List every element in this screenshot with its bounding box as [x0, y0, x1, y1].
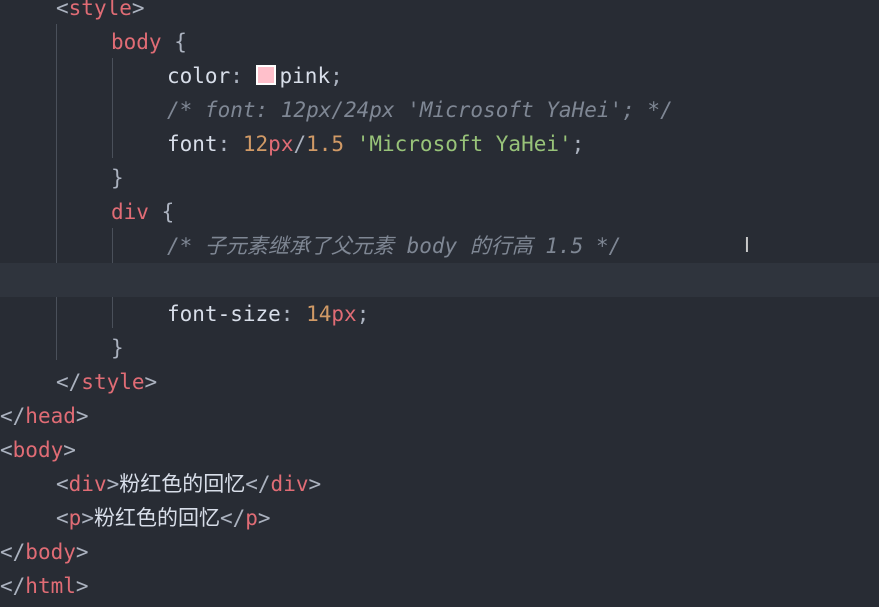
code-line: body { — [111, 25, 187, 59]
bracket: </ — [0, 574, 26, 598]
code-line: </html> — [0, 569, 89, 603]
css-property: color — [167, 64, 231, 88]
colon: : — [280, 302, 307, 326]
code-line: <style> — [56, 0, 145, 25]
css-property: font — [167, 132, 218, 156]
code-line: </style> — [56, 365, 157, 399]
bracket: < — [56, 472, 69, 496]
bracket: > — [131, 0, 145, 20]
bracket: > — [63, 438, 76, 462]
string: 'Microsoft YaHei' — [356, 132, 572, 156]
colon: : — [217, 132, 243, 156]
semicolon: ; — [571, 132, 585, 156]
css-value: pink — [279, 64, 331, 88]
tag-name: style — [68, 0, 132, 20]
tag-name: div — [68, 472, 107, 496]
unit: px — [268, 132, 294, 156]
colon: : — [230, 64, 256, 88]
bracket: </ — [245, 472, 271, 496]
brace: } — [111, 336, 124, 360]
bracket: </ — [219, 506, 246, 530]
tag-name: body — [12, 438, 64, 462]
semicolon: ; — [330, 64, 343, 88]
code-line: } — [111, 331, 124, 365]
code-line: font-size: 14px; — [167, 297, 369, 331]
code-line: color: pink; — [167, 59, 343, 93]
semicolon: ; — [356, 302, 370, 326]
css-selector: body — [111, 30, 162, 54]
bracket: > — [308, 472, 322, 496]
code-line: <body> — [0, 433, 76, 467]
text-content: 粉红色的回忆 — [93, 506, 220, 530]
code-line: /* 子元素继承了父元素 body 的行高 1.5 */ — [167, 229, 621, 263]
code-line: <div>粉红色的回忆</div> — [56, 467, 321, 501]
bracket: > — [257, 506, 271, 530]
bracket: > — [75, 574, 89, 598]
code-editor[interactable]: <style> body { color: pink; /* font: 12p… — [0, 0, 879, 607]
slash: / — [293, 132, 307, 156]
number: 1.5 — [306, 132, 345, 156]
indent-guide — [112, 58, 113, 158]
code-comment: /* font: 12px/24px 'Microsoft YaHei'; */ — [167, 98, 673, 122]
bracket: > — [144, 370, 158, 394]
brace: { — [148, 200, 175, 224]
text-content: 粉红色的回忆 — [119, 472, 246, 496]
tag-name: body — [25, 540, 76, 564]
code-line: </head> — [0, 399, 89, 433]
tag-name: div — [270, 472, 309, 496]
code-line: /* font: 12px/24px 'Microsoft YaHei'; */ — [167, 93, 673, 127]
tag-name: html — [25, 574, 76, 598]
tag-name: p — [245, 506, 258, 530]
brace: { — [161, 30, 187, 54]
tag-name: head — [25, 404, 76, 428]
tag-name: style — [81, 370, 145, 394]
code-line: <p>粉红色的回忆</p> — [56, 501, 271, 535]
code-comment: /* 子元素继承了父元素 body 的行高 1.5 */ — [167, 234, 622, 258]
bracket: > — [75, 540, 89, 564]
bracket: > — [106, 472, 120, 496]
bracket: </ — [0, 404, 26, 428]
bracket: < — [56, 0, 69, 20]
number: 14 — [306, 302, 332, 326]
bracket: < — [56, 506, 69, 530]
code-line: font: 12px/1.5 'Microsoft YaHei'; — [167, 127, 584, 161]
bracket: > — [81, 506, 94, 530]
number: 12 — [242, 132, 269, 156]
indent-guide — [56, 24, 57, 360]
css-selector: div — [111, 200, 149, 224]
code-line: </body> — [0, 535, 89, 569]
bracket: < — [0, 438, 13, 462]
text-cursor-icon: I — [744, 233, 750, 257]
active-code-line[interactable] — [0, 263, 879, 297]
color-swatch-icon[interactable] — [255, 65, 276, 85]
tag-name: p — [68, 506, 82, 530]
bracket: > — [75, 404, 89, 428]
css-property: font-size — [167, 302, 281, 326]
code-line: div { — [111, 195, 174, 229]
unit: px — [331, 302, 357, 326]
code-line: } — [111, 161, 124, 195]
bracket: </ — [0, 540, 26, 564]
brace: } — [111, 166, 124, 190]
bracket: </ — [56, 370, 82, 394]
